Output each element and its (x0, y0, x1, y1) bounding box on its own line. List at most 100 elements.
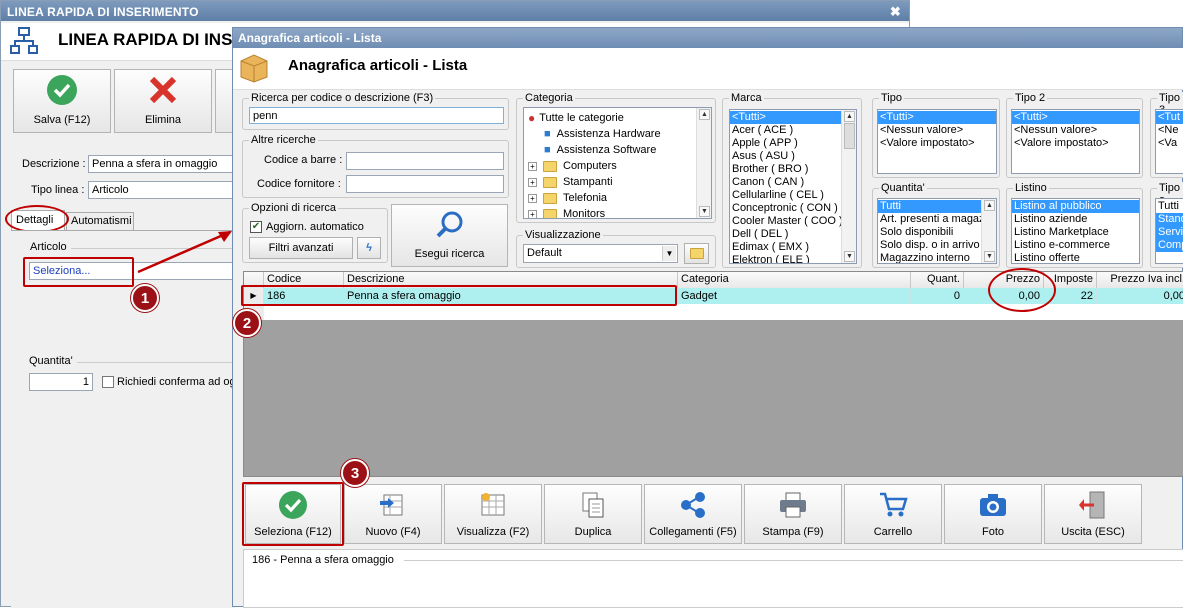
expand-icon[interactable]: + (528, 193, 537, 203)
duplica-button[interactable]: Duplica (544, 484, 642, 544)
marca-item[interactable]: Conceptronic ( CON ) (730, 202, 856, 215)
tree-item-telefonia[interactable]: + Telefonia (528, 190, 607, 206)
tipo2-item[interactable]: <Nessun valore> (1012, 124, 1139, 137)
expand-icon[interactable]: + (528, 161, 537, 171)
listino-item[interactable]: Listino offerte (1012, 252, 1139, 263)
scroll-up-icon[interactable]: ▲ (699, 109, 710, 120)
marca-item[interactable]: <Tutti> (730, 111, 856, 124)
marca-item[interactable]: Canon ( CAN ) (730, 176, 856, 189)
col-categoria[interactable]: Categoria (678, 272, 911, 288)
tipo3-item[interactable]: <Va (1156, 137, 1183, 150)
scroll-up-icon[interactable]: ▲ (844, 111, 855, 122)
annotation-arrow (137, 230, 232, 274)
marca-item[interactable]: Apple ( APP ) (730, 137, 856, 150)
quantita-filter-item[interactable]: Solo disponibili (878, 226, 996, 239)
quantita-filter-list[interactable]: Tutti Art. presenti a magazz Solo disponib… (877, 198, 997, 264)
delete-button[interactable]: Elimina (114, 69, 212, 133)
quantita-filter-item[interactable]: Solo disp. o in arrivo (878, 239, 996, 252)
quantita-scrollbar[interactable]: ▲ ▼ (981, 199, 996, 263)
listino-item[interactable]: Listino Marketplace (1012, 226, 1139, 239)
scroll-down-icon[interactable]: ▼ (699, 206, 710, 217)
tipo-item[interactable]: <Tutti> (878, 111, 996, 124)
codice-barre-field[interactable] (346, 152, 504, 170)
foto-button[interactable]: Foto (944, 484, 1042, 544)
marca-list[interactable]: <Tutti> Acer ( ACE ) Apple ( APP ) Asus ( A… (729, 109, 857, 264)
richiedi-checkbox[interactable] (102, 376, 114, 388)
tipo3-item[interactable]: <Ne (1156, 124, 1183, 137)
listino-item[interactable]: Listino al pubblico (1012, 200, 1139, 213)
expand-icon[interactable]: + (528, 177, 537, 187)
quantita-filter-item[interactable]: Tutti (878, 200, 996, 213)
listino-list[interactable]: Listino al pubblico Listino aziende Listin… (1011, 198, 1140, 264)
scroll-up-icon[interactable]: ▲ (984, 200, 995, 211)
tipo3-item[interactable]: <Tut (1156, 111, 1183, 124)
quantita-filter-item[interactable]: Art. presenti a magazz (878, 213, 996, 226)
tipo2-item[interactable]: <Tutti> (1012, 111, 1139, 124)
tipo-a-list[interactable]: TuttiStandServiComp (1155, 198, 1183, 264)
visualizzazione-select[interactable]: Default ▼ (523, 244, 678, 263)
uscita-button[interactable]: Uscita (ESC) (1044, 484, 1142, 544)
front-window-titlebar[interactable]: Anagrafica articoli - Lista (233, 28, 1182, 48)
tipo3-list[interactable]: <Tut <Ne <Va (1155, 109, 1183, 174)
expand-icon[interactable]: + (528, 209, 537, 218)
tipo-list[interactable]: <Tutti> <Nessun valore> <Valore impostato> (877, 109, 997, 174)
codice-fornitore-label: Codice fornitore : (257, 178, 341, 190)
aggiorn-checkbox[interactable]: ✔ (250, 221, 262, 233)
tipo-a-item[interactable]: Comp (1156, 239, 1183, 252)
marca-item[interactable]: Edimax ( EMX ) (730, 241, 856, 254)
marca-item[interactable]: Elektron ( ELE ) (730, 254, 856, 263)
categoria-scrollbar[interactable]: ▲ ▼ (696, 108, 711, 218)
tab-automatismi[interactable]: Automatismi (66, 212, 134, 230)
quantita-field[interactable]: 1 (29, 373, 93, 391)
tipo-a-item[interactable]: Servi (1156, 226, 1183, 239)
search-input[interactable]: penn (249, 107, 504, 124)
marca-item[interactable]: Asus ( ASU ) (730, 150, 856, 163)
chevron-down-icon[interactable]: ▼ (662, 246, 676, 261)
marca-item[interactable]: Cooler Master ( COO ) (730, 215, 856, 228)
marca-item[interactable]: Brother ( BRO ) (730, 163, 856, 176)
tipo2-list[interactable]: <Tutti> <Nessun valore> <Valore impostato> (1011, 109, 1140, 174)
collegamenti-button[interactable]: Collegamenti (F5) (644, 484, 742, 544)
open-folder-button[interactable] (684, 243, 709, 264)
carrello-button[interactable]: Carrello (844, 484, 942, 544)
col-quant[interactable]: Quant. (911, 272, 964, 288)
tipo-a-item[interactable]: Stand (1156, 213, 1183, 226)
lightning-button[interactable]: ϟ (357, 237, 381, 259)
back-window-titlebar[interactable]: LINEA RAPIDA DI INSERIMENTO ✖ (1, 1, 909, 21)
cell-quant[interactable]: 0 (911, 288, 964, 304)
quantita-filter-item[interactable]: Magazzino interno (878, 252, 996, 263)
tree-item-stampanti[interactable]: + Stampanti (528, 174, 613, 190)
save-button[interactable]: Salva (F12) (13, 69, 111, 133)
cell-prezzo-iva[interactable]: 0,00 (1097, 288, 1183, 304)
marca-item[interactable]: Cellularline ( CEL ) (730, 189, 856, 202)
tipo-linea-field[interactable]: Articolo (88, 181, 235, 199)
tree-item-computers[interactable]: + Computers (528, 158, 617, 174)
filtri-avanzati-button[interactable]: Filtri avanzati (249, 237, 353, 259)
scroll-thumb[interactable] (844, 123, 855, 149)
tipo-item[interactable]: <Nessun valore> (878, 124, 996, 137)
tree-item-monitors[interactable]: + Monitors (528, 206, 605, 218)
listino-item[interactable]: Listino e-commerce (1012, 239, 1139, 252)
tipo-a-item[interactable]: Tutti (1156, 200, 1183, 213)
marca-item[interactable]: Acer ( ACE ) (730, 124, 856, 137)
visualizza-button[interactable]: Visualizza (F2) (444, 484, 542, 544)
marca-item[interactable]: Dell ( DEL ) (730, 228, 856, 241)
tree-item-hardware[interactable]: ■ Assistenza Hardware (544, 126, 661, 142)
descrizione-field[interactable]: Penna a sfera in omaggio (88, 155, 235, 173)
cell-categoria[interactable]: Gadget (678, 288, 911, 304)
esegui-ricerca-button[interactable]: Esegui ricerca (391, 204, 508, 267)
scroll-down-icon[interactable]: ▼ (984, 251, 995, 262)
col-prezzo-iva[interactable]: Prezzo Iva incl. (1097, 272, 1183, 288)
tree-item-software[interactable]: ■ Assistenza Software (544, 142, 656, 158)
codice-fornitore-field[interactable] (346, 175, 504, 193)
scroll-down-icon[interactable]: ▼ (844, 251, 855, 262)
marca-scrollbar[interactable]: ▲ ▼ (841, 110, 856, 263)
nuovo-button[interactable]: Nuovo (F4) (344, 484, 442, 544)
categoria-tree[interactable]: ● Tutte le categorie ■ Assistenza Hardware… (523, 107, 712, 219)
close-icon[interactable]: ✖ (890, 4, 901, 20)
stampa-button[interactable]: Stampa (F9) (744, 484, 842, 544)
tree-item-all[interactable]: ● Tutte le categorie (528, 110, 624, 126)
listino-item[interactable]: Listino aziende (1012, 213, 1139, 226)
tipo-item[interactable]: <Valore impostato> (878, 137, 996, 150)
tipo2-item[interactable]: <Valore impostato> (1012, 137, 1139, 150)
